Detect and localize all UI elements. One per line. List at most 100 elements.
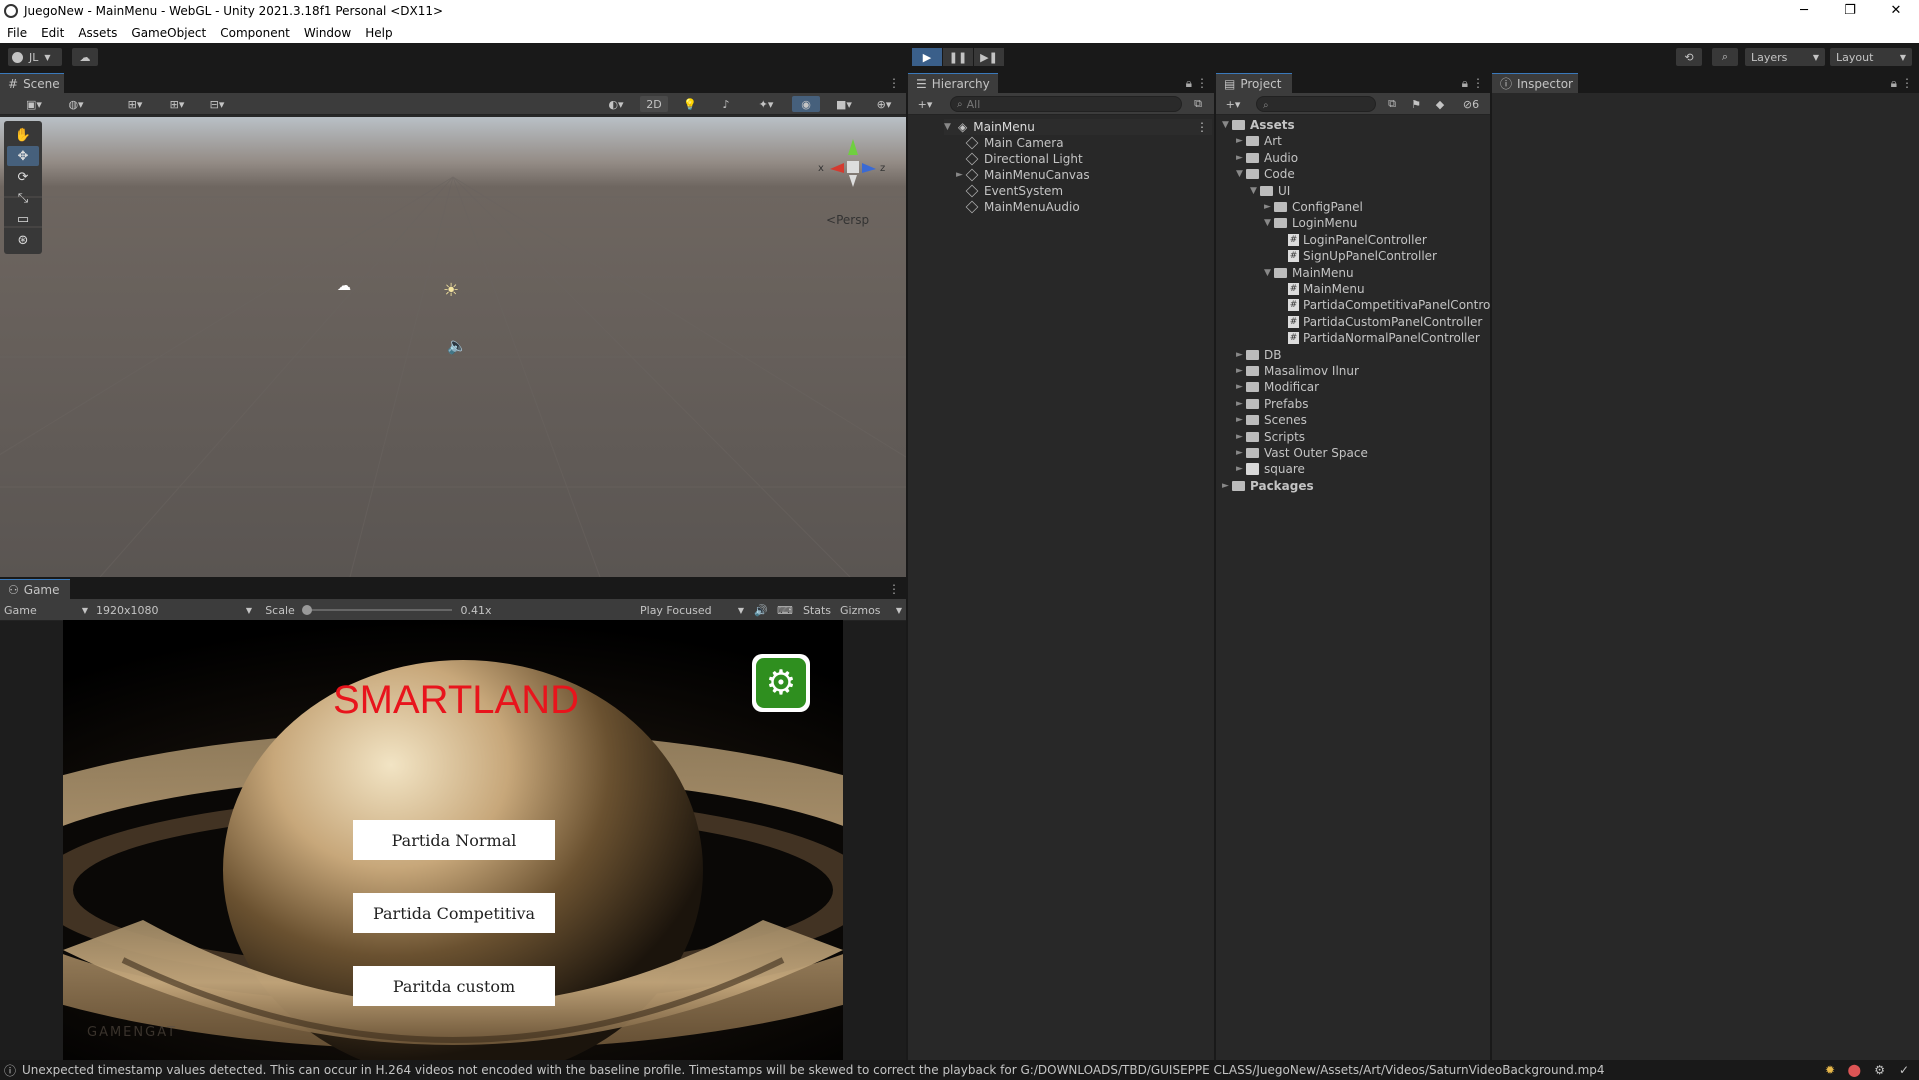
chevron-right-icon[interactable]: ► [1236, 464, 1246, 474]
chevron-right-icon[interactable]: ► [956, 170, 966, 180]
project-tree-item[interactable]: ▼ Code [1236, 166, 1295, 182]
minimize-button[interactable]: ─ [1781, 0, 1827, 22]
search-by-type-button[interactable]: ⧉ [1382, 96, 1402, 112]
game-viewport[interactable]: SMARTLAND ⚙ Partida Normal Partida Compe… [63, 620, 843, 1060]
chevron-down-icon[interactable]: ▼ [1236, 169, 1246, 179]
project-tree-item[interactable]: ► Scenes [1236, 412, 1307, 428]
project-tree-item[interactable]: ► square [1236, 461, 1305, 477]
close-button[interactable]: ✕ [1873, 0, 1919, 22]
project-tree-item[interactable]: ► Art [1236, 133, 1282, 149]
layout-dropdown[interactable]: Layout ▼ [1830, 48, 1912, 66]
maximize-button[interactable]: ❐ [1827, 0, 1873, 22]
search-filter-button[interactable]: ⧉ [1188, 96, 1208, 112]
lock-icon[interactable]: 🔒︎ [1462, 76, 1468, 91]
scene-row[interactable]: ▼ ◈ MainMenu ⋮ [944, 119, 1212, 135]
tab-scene[interactable]: # Scene [0, 73, 64, 93]
search-button[interactable]: ⌕ [1712, 48, 1738, 66]
increment-snap-dropdown[interactable]: ⊟▾ [200, 96, 234, 112]
hierarchy-item[interactable]: ► MainMenuCanvas [956, 167, 1090, 183]
chevron-right-icon[interactable]: ► [1236, 415, 1246, 425]
hidden-packages-toggle[interactable]: ⊘ 6 [1454, 96, 1488, 112]
chevron-down-icon[interactable]: ▼ [1264, 218, 1274, 228]
stats-button[interactable]: Stats [800, 602, 834, 618]
project-tree-item[interactable]: ▼ MainMenu [1264, 265, 1354, 281]
chevron-right-icon[interactable]: ► [1222, 481, 1232, 491]
more-options-icon[interactable]: ⋮ [1196, 120, 1208, 134]
cloud-button[interactable]: ☁ [72, 48, 98, 66]
scene-orientation-gizmo[interactable]: x z [818, 139, 888, 199]
mute-audio-toggle[interactable]: 🔊 [752, 602, 770, 618]
create-asset-dropdown[interactable]: +▾ [1220, 96, 1246, 112]
chevron-right-icon[interactable]: ► [1236, 432, 1246, 442]
menu-component[interactable]: Component [213, 26, 297, 40]
display-dropdown[interactable]: Game ▼ [4, 602, 88, 618]
play-button[interactable]: ▶ [912, 48, 942, 66]
chevron-down-icon[interactable]: ▼ [1250, 186, 1260, 196]
more-options-icon[interactable]: ⋮ [1472, 76, 1484, 90]
scale-slider[interactable] [302, 605, 452, 615]
grid-dropdown[interactable]: ⊞▾ [160, 96, 194, 112]
chevron-right-icon[interactable]: ► [1236, 136, 1246, 146]
global-dropdown[interactable]: ◍▾ [58, 96, 94, 112]
gizmos-dropdown[interactable]: Gizmos ▼ [840, 602, 902, 618]
project-tree-item[interactable]: ► Audio [1236, 150, 1298, 166]
tab-hierarchy[interactable]: ☰ Hierarchy [908, 73, 998, 93]
menu-file[interactable]: File [0, 26, 34, 40]
resolution-dropdown[interactable]: 1920x1080 ▼ [96, 602, 252, 618]
project-search[interactable]: ⌕ [1256, 96, 1376, 112]
audio-source-gizmo-icon[interactable]: 🔈 [447, 336, 467, 355]
menu-gameobject[interactable]: GameObject [124, 26, 213, 40]
gizmos-dropdown[interactable]: ⊕▾ [866, 96, 902, 112]
project-tree-item[interactable]: # PartidaCustomPanelController [1278, 314, 1482, 330]
settings-icon[interactable]: ⚙ [1874, 1063, 1885, 1077]
tab-inspector[interactable]: ⓘ Inspector [1492, 73, 1578, 93]
project-tree-item[interactable]: # LoginPanelController [1278, 232, 1427, 248]
project-tree-item[interactable]: ► Vast Outer Space [1236, 445, 1368, 461]
project-tree-item[interactable]: ▼ UI [1250, 183, 1290, 199]
tab-game[interactable]: ⚇ Game [0, 579, 70, 599]
hierarchy-item[interactable]: Directional Light [965, 151, 1083, 167]
draw-mode-dropdown[interactable]: ▣▾ [18, 96, 50, 112]
layers-dropdown[interactable]: Layers ▼ [1745, 48, 1825, 66]
light-gizmo-icon[interactable]: ☀ [443, 280, 459, 301]
2d-toggle[interactable]: 2D [640, 96, 668, 112]
project-tree-item[interactable]: # SignUpPanelController [1278, 248, 1437, 264]
bug-icon[interactable]: ⬤ [1848, 1063, 1861, 1077]
partida-custom-button[interactable]: Paritda custom [353, 966, 555, 1006]
menu-edit[interactable]: Edit [34, 26, 71, 40]
tab-project[interactable]: ▤ Project [1216, 73, 1292, 93]
menu-assets[interactable]: Assets [71, 26, 124, 40]
account-dropdown[interactable]: JL ▼ [8, 48, 62, 66]
more-options-icon[interactable]: ⋮ [888, 582, 900, 596]
scene-viewport[interactable]: ✋ ✥ ⟳ ⤡ ▭ ⊛ ☁ ☀ 🔈 x z <Persp [0, 117, 906, 577]
project-tree-item[interactable]: ► ConfigPanel [1264, 199, 1363, 215]
more-options-icon[interactable]: ⋮ [1901, 76, 1913, 90]
scene-visibility-toggle[interactable]: ◉ [792, 96, 820, 112]
project-tree-item[interactable]: ► DB [1236, 347, 1281, 363]
lock-icon[interactable]: 🔒︎ [1891, 76, 1897, 91]
chevron-right-icon[interactable]: ► [1264, 202, 1274, 212]
camera-gizmo-icon[interactable]: ☁ [337, 278, 351, 294]
shading-mode-dropdown[interactable]: ◐▾ [598, 96, 634, 112]
project-tree-item[interactable]: # PartidaNormalPanelController [1278, 330, 1480, 346]
check-icon[interactable]: ✓ [1899, 1063, 1909, 1077]
progress-icon[interactable]: ✹ [1825, 1063, 1835, 1077]
create-dropdown[interactable]: +▾ [912, 96, 938, 112]
scale-slider-handle[interactable] [302, 605, 312, 615]
effects-dropdown[interactable]: ✦▾ [748, 96, 784, 112]
project-tree-item[interactable]: ► Scripts [1236, 429, 1305, 445]
hierarchy-item[interactable]: MainMenuAudio [965, 199, 1080, 215]
lighting-toggle[interactable]: 💡 [678, 96, 702, 112]
project-tree-item[interactable]: ► Masalimov Ilnur [1236, 363, 1359, 379]
favorites-button[interactable]: ◆ [1430, 96, 1450, 112]
hierarchy-item[interactable]: EventSystem [965, 183, 1063, 199]
hierarchy-search[interactable]: ⌕ All [950, 96, 1182, 112]
perspective-toggle[interactable]: <Persp [826, 213, 869, 227]
hierarchy-item[interactable]: Main Camera [965, 135, 1064, 151]
chevron-right-icon[interactable]: ► [1236, 366, 1246, 376]
pause-button[interactable]: ❚❚ [943, 48, 973, 66]
more-options-icon[interactable]: ⋮ [888, 76, 900, 90]
play-mode-dropdown[interactable]: Play Focused ▼ [640, 602, 744, 618]
history-button[interactable]: ⟲ [1676, 48, 1702, 66]
project-tree-item[interactable]: ▼ Assets [1222, 117, 1295, 133]
